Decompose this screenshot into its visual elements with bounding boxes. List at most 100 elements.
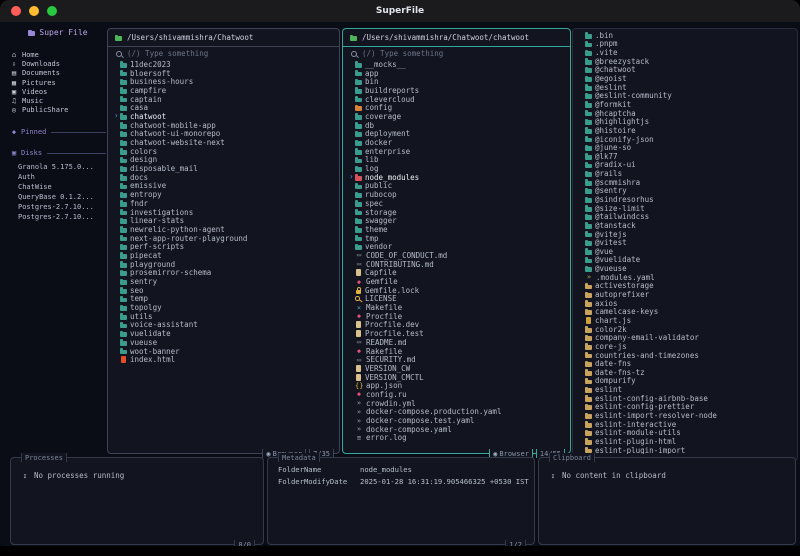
sidebar-item-music[interactable]: ♫ Music	[10, 96, 106, 105]
sidebar-item-downloads[interactable]: ⇩ Downloads	[10, 59, 106, 68]
file-item[interactable]: ◆ Rakefile	[349, 347, 570, 356]
sidebar-item-documents[interactable]: ▤ Documents	[10, 69, 106, 78]
file-item[interactable]: {} app.json	[349, 381, 570, 390]
file-item[interactable]: campfire	[114, 86, 339, 95]
file-item[interactable]: eslint-config-airbnb-base	[579, 394, 797, 403]
disk-item[interactable]: Postgres-2.7.10...	[10, 212, 106, 222]
file-item[interactable]: vueuse	[114, 338, 339, 347]
file-item[interactable]: ≡ error.log	[349, 433, 570, 442]
file-item[interactable]: @highlightjs	[579, 117, 797, 126]
file-item[interactable]: Capfile	[349, 268, 570, 277]
sidebar-item-pictures[interactable]: ▦ Pictures	[10, 78, 106, 87]
file-item[interactable]: @vue	[579, 247, 797, 256]
disk-item[interactable]: ChatWise	[10, 182, 106, 192]
file-item[interactable]: » crowdin.yml	[349, 399, 570, 408]
file-item[interactable]: » docker-compose.production.yaml	[349, 407, 570, 416]
file-item[interactable]: vuelidate	[114, 329, 339, 338]
file-item[interactable]: Procfile.test	[349, 329, 570, 338]
file-item[interactable]: entropy	[114, 190, 339, 199]
file-item[interactable]: eslint	[579, 385, 797, 394]
sidebar-item-home[interactable]: ⌂ Home	[10, 50, 106, 59]
file-item[interactable]: @radix-ui	[579, 160, 797, 169]
file-item[interactable]: prosemirror-schema	[114, 268, 339, 277]
file-item[interactable]: emissive	[114, 181, 339, 190]
file-item[interactable]: @iconify-json	[579, 135, 797, 144]
file-item[interactable]: storage	[349, 208, 570, 217]
file-item[interactable]: bloersoft	[114, 69, 339, 78]
file-item[interactable]: buildreports	[349, 86, 570, 95]
file-item[interactable]: theme	[349, 225, 570, 234]
file-item[interactable]: log	[349, 164, 570, 173]
search-input[interactable]: (/) Type something	[343, 47, 570, 60]
minimize-button[interactable]	[29, 6, 39, 16]
file-item[interactable]: public	[349, 181, 570, 190]
file-item[interactable]: coverage	[349, 112, 570, 121]
file-item[interactable]: business-hours	[114, 77, 339, 86]
file-item[interactable]: @vitest	[579, 238, 797, 247]
file-item[interactable]: dompurify	[579, 376, 797, 385]
disk-item[interactable]: QueryBase 0.1.2...	[10, 192, 106, 202]
disk-item[interactable]: Postgres-2.7.10...	[10, 202, 106, 212]
file-item[interactable]: color2k	[579, 325, 797, 334]
file-item[interactable]: @size-limit	[579, 204, 797, 213]
file-item[interactable]: .bin	[579, 31, 797, 40]
file-item[interactable]: sentry	[114, 277, 339, 286]
file-item[interactable]: @chatwoot	[579, 65, 797, 74]
file-item[interactable]: @formkit	[579, 100, 797, 109]
file-item[interactable]: playground	[114, 260, 339, 269]
file-item[interactable]: index.html	[114, 355, 339, 364]
file-item[interactable]: captain	[114, 95, 339, 104]
file-item[interactable]: » docker-compose.test.yaml	[349, 416, 570, 425]
file-item[interactable]: × Makefile	[349, 303, 570, 312]
file-item[interactable]: company-email-validator	[579, 333, 797, 342]
file-item[interactable]: ▭ CONTRIBUTING.md	[349, 260, 570, 269]
file-item[interactable]: spec	[349, 199, 570, 208]
file-item[interactable]: lib	[349, 155, 570, 164]
file-item[interactable]: chatwoot-mobile-app	[114, 121, 339, 130]
file-item[interactable]: LICENSE	[349, 294, 570, 303]
file-item[interactable]: vendor	[349, 242, 570, 251]
file-item[interactable]: eslint-config-prettier	[579, 402, 797, 411]
file-item[interactable]: date-fns-tz	[579, 368, 797, 377]
file-item[interactable]: › node_modules	[349, 173, 570, 182]
file-item[interactable]: eslint-import-resolver-node	[579, 411, 797, 420]
file-item[interactable]: @sentry	[579, 186, 797, 195]
file-item[interactable]: fndr	[114, 199, 339, 208]
file-item[interactable]: › chatwoot	[114, 112, 339, 121]
file-item[interactable]: VERSION_CMCTL	[349, 373, 570, 382]
search-input[interactable]: (/) Type something	[108, 47, 339, 60]
file-item[interactable]: axios	[579, 299, 797, 308]
file-item[interactable]: disposable_mail	[114, 164, 339, 173]
file-item[interactable]: seo	[114, 286, 339, 295]
file-item[interactable]: temp	[114, 294, 339, 303]
file-item[interactable]: docs	[114, 173, 339, 182]
file-item[interactable]: activestorage	[579, 281, 797, 290]
file-item[interactable]: voice-assistant	[114, 320, 339, 329]
file-item[interactable]: @rails	[579, 169, 797, 178]
file-item[interactable]: ▭ SECURITY.md	[349, 355, 570, 364]
file-item[interactable]: ◆ Procfile	[349, 312, 570, 321]
file-item[interactable]: countries-and-timezones	[579, 351, 797, 360]
file-item[interactable]: date-fns	[579, 359, 797, 368]
file-item[interactable]: @breezystack	[579, 57, 797, 66]
file-item[interactable]: » docker-compose.yaml	[349, 425, 570, 434]
file-item[interactable]: chart.js	[579, 316, 797, 325]
file-item[interactable]: bin	[349, 77, 570, 86]
file-item[interactable]: @sindresorhus	[579, 195, 797, 204]
file-item[interactable]: » .modules.yaml	[579, 273, 797, 282]
file-item[interactable]: @hcaptcha	[579, 109, 797, 118]
file-item[interactable]: @lk77	[579, 152, 797, 161]
file-item[interactable]: @tanstack	[579, 221, 797, 230]
file-item[interactable]: 11dec2023	[114, 60, 339, 69]
file-item[interactable]: camelcase-keys	[579, 307, 797, 316]
file-item[interactable]: .vite	[579, 48, 797, 57]
file-item[interactable]: swagger	[349, 216, 570, 225]
file-item[interactable]: @egoist	[579, 74, 797, 83]
path-bar[interactable]: /Users/shivammishra/Chatwoot/chatwoot	[343, 29, 570, 47]
file-item[interactable]: eslint-plugin-import	[579, 446, 797, 454]
file-item[interactable]: colors	[114, 147, 339, 156]
file-item[interactable]: investigations	[114, 208, 339, 217]
file-item[interactable]: .pnpm	[579, 39, 797, 48]
file-item[interactable]: @vueuse	[579, 264, 797, 273]
file-item[interactable]: autoprefixer	[579, 290, 797, 299]
